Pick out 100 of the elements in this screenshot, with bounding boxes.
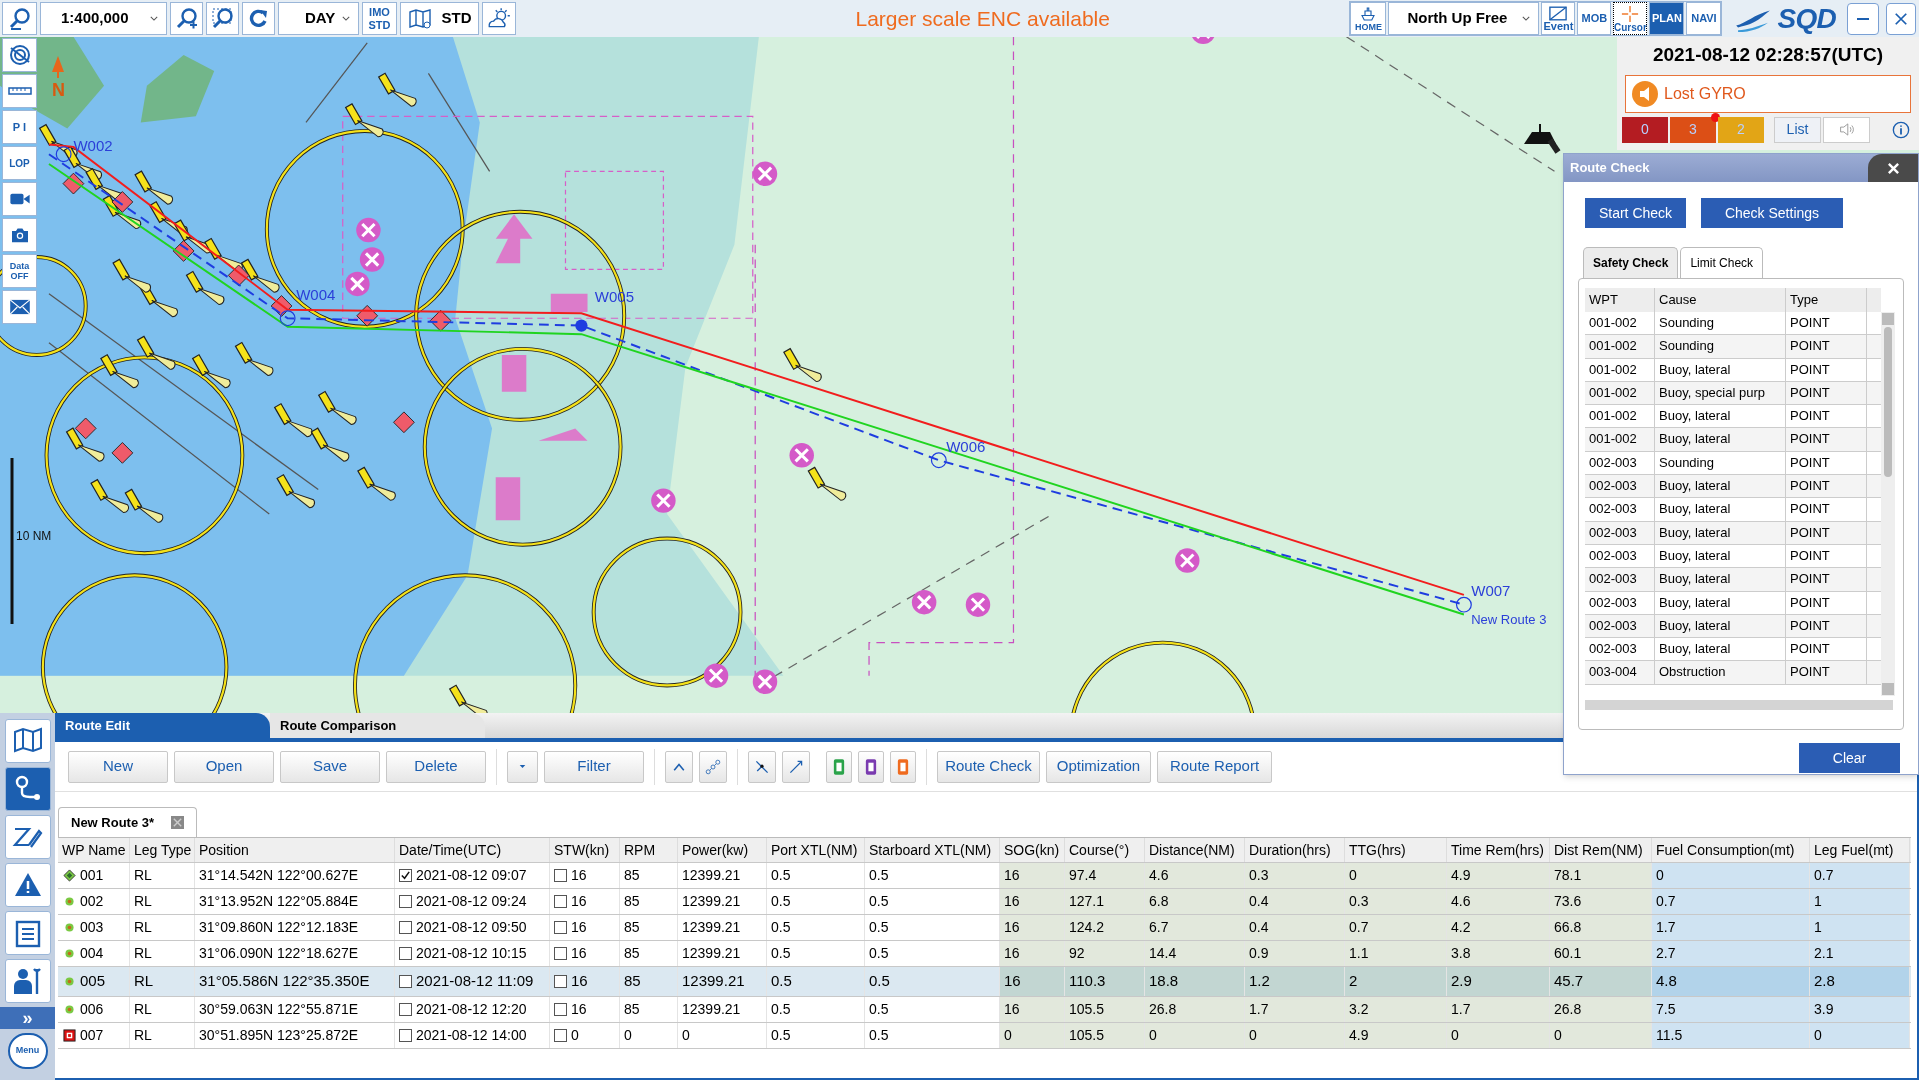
- checkbox[interactable]: [399, 975, 412, 988]
- target-button[interactable]: [2, 38, 37, 72]
- checkbox[interactable]: [554, 947, 567, 960]
- imo-standard-button[interactable]: IMO STD: [362, 2, 397, 35]
- checkbox[interactable]: [399, 1003, 412, 1016]
- route-file-button[interactable]: Delete: [386, 750, 486, 783]
- checkbox[interactable]: [399, 947, 412, 960]
- table-row[interactable]: 001 RL 31°14.542N 122°00.627E 2021-08-12 09:07 16 85 12399.21 0.5 0.5 16 97.4 4.6 0.3 0 4.9 78.1 0 0.7: [58, 862, 1911, 888]
- alarm-counter[interactable]: 0: [1622, 116, 1668, 143]
- module-button[interactable]: [4, 959, 51, 1003]
- message-button[interactable]: [2, 290, 37, 324]
- palette-dropdown[interactable]: DAY: [278, 2, 359, 35]
- checkbox[interactable]: [399, 1029, 412, 1042]
- buoy-icon: [234, 341, 274, 376]
- table-cell: 0.4: [1245, 915, 1345, 940]
- video-button[interactable]: [2, 182, 37, 216]
- table-cell: 002-003: [1585, 498, 1655, 521]
- check-button[interactable]: Check Settings: [1701, 198, 1843, 228]
- module-button[interactable]: [4, 863, 51, 907]
- beacon-icon: [270, 295, 293, 317]
- expand-button[interactable]: »: [0, 1007, 55, 1029]
- home-button[interactable]: HOME: [1350, 2, 1387, 35]
- alarm-list-button[interactable]: List: [1774, 116, 1821, 143]
- checkbox[interactable]: [554, 975, 567, 988]
- table-row[interactable]: 002 RL 31°13.952N 122°05.884E 2021-08-12 09:24 16 85 12399.21 0.5 0.5 16 127.1 6.8 0.4 0.3 4.6 73.6 0.7 1: [58, 888, 1911, 914]
- book-button[interactable]: [826, 750, 852, 783]
- filter-button[interactable]: Filter: [544, 750, 644, 783]
- table-row[interactable]: 005 RL 31°05.586N 122°35.350E 2021-08-12 11:09 16 85 12399.21 0.5 0.5 16 110.3 18.8 1.2 2 2.9 45.7 4.8 2.8: [58, 966, 1911, 996]
- pi-button[interactable]: P I: [2, 110, 37, 144]
- scrollbar[interactable]: [1881, 312, 1895, 696]
- ruler-icon: [7, 86, 32, 96]
- check-button[interactable]: Start Check: [1585, 198, 1686, 228]
- horizontal-scrollbar[interactable]: [1585, 700, 1893, 710]
- orientation-dropdown[interactable]: North Up Free: [1388, 2, 1540, 35]
- zoom-in-button[interactable]: [170, 2, 203, 35]
- check-tab[interactable]: Safety Check: [1583, 247, 1679, 278]
- module-button[interactable]: [4, 911, 51, 955]
- checkbox[interactable]: [554, 921, 567, 934]
- route-file-button[interactable]: New: [68, 750, 168, 783]
- buoy-icon: [124, 488, 164, 523]
- table-cell: 002-003: [1585, 591, 1655, 614]
- mob-button[interactable]: MOB: [1577, 2, 1612, 35]
- cursor-button[interactable]: Cursor: [1613, 2, 1648, 35]
- route-action-button[interactable]: Route Check: [937, 750, 1040, 783]
- ruler-button[interactable]: [2, 74, 37, 108]
- data-button[interactable]: Data OFF: [2, 254, 37, 288]
- checkbox[interactable]: [399, 921, 412, 934]
- checkbox[interactable]: [399, 895, 412, 908]
- close-icon: [1894, 11, 1908, 26]
- peak-button[interactable]: [665, 750, 693, 783]
- table-row[interactable]: 007 RL 30°51.895N 123°25.872E 2021-08-12 14:00 0 0 0 0.5 0.5 0 105.5 0 0 4.9 0 0 11.5 0: [58, 1022, 1911, 1048]
- module-button[interactable]: [4, 815, 51, 859]
- chart-display-button[interactable]: STD: [400, 2, 479, 35]
- waypoints-button[interactable]: [699, 750, 727, 783]
- scale-dropdown[interactable]: 1:400,000: [40, 2, 167, 35]
- zoom-area-button[interactable]: [206, 2, 239, 35]
- table-row[interactable]: 003 RL 31°09.860N 122°12.183E 2021-08-12 09:50 16 85 12399.21 0.5 0.5 16 124.2 6.7 0.4 0.7 4.2 66.8 1.7 1: [58, 914, 1911, 940]
- beacon-icon: [356, 305, 378, 327]
- table-row[interactable]: 006 RL 30°59.063N 122°55.871E 2021-08-12 12:20 16 85 12399.21 0.5 0.5 16 105.5 26.8 1.7 3.2 1.7 26.8 7.5 3.9: [58, 996, 1911, 1022]
- buoy-icon: [276, 473, 315, 509]
- clear-button[interactable]: Clear: [1799, 743, 1900, 773]
- table-row[interactable]: 004 RL 31°06.090N 122°18.627E 2021-08-12 10:15 16 85 12399.21 0.5 0.5 16 92 14.4 0.9 1.1 3.8 60.1 2.7 2.1: [58, 940, 1911, 966]
- checkbox[interactable]: [554, 1003, 567, 1016]
- close-button[interactable]: [1886, 2, 1916, 35]
- insert-button[interactable]: [748, 750, 776, 783]
- book-button[interactable]: [890, 750, 916, 783]
- table-cell: 0: [1810, 1023, 1910, 1048]
- route-action-button[interactable]: Route Report: [1157, 750, 1272, 783]
- minimize-button[interactable]: [1847, 2, 1879, 35]
- dialog-close-button[interactable]: [1868, 154, 1918, 182]
- mode-tab[interactable]: NAVI: [1686, 2, 1722, 35]
- menu-button[interactable]: Menu: [7, 1033, 48, 1069]
- event-button[interactable]: Event: [1541, 2, 1576, 35]
- rotate-button[interactable]: [242, 2, 275, 35]
- zoom-out-button[interactable]: [2, 2, 37, 35]
- checkbox[interactable]: [399, 869, 412, 882]
- table-cell: 002-003: [1585, 451, 1655, 475]
- mode-tab[interactable]: PLAN: [1649, 2, 1685, 35]
- snapshot-button[interactable]: [2, 218, 37, 252]
- checkbox[interactable]: [554, 895, 567, 908]
- table-cell: 124.2: [1065, 915, 1145, 940]
- panel-tab[interactable]: Route Edit: [55, 713, 270, 738]
- table-cell: 6.7: [1145, 915, 1245, 940]
- module-button[interactable]: [4, 719, 51, 763]
- checkbox[interactable]: [554, 869, 567, 882]
- route-tab[interactable]: New Route 3*: [58, 807, 197, 837]
- route-file-button[interactable]: Open: [174, 750, 274, 783]
- lop-button[interactable]: LOP: [2, 146, 37, 180]
- route-file-button[interactable]: Save: [280, 750, 380, 783]
- table-cell: 0.7: [1652, 889, 1810, 914]
- route-action-button[interactable]: Optimization: [1046, 750, 1151, 783]
- check-tab[interactable]: Limit Check: [1680, 247, 1764, 278]
- checkbox[interactable]: [554, 1029, 567, 1042]
- module-button[interactable]: [4, 767, 51, 811]
- hazard-icon: [651, 488, 676, 513]
- home-label: HOME: [1354, 23, 1382, 32]
- book-button[interactable]: [858, 750, 884, 783]
- panel-tab[interactable]: Route Comparison: [270, 713, 485, 738]
- weather-button[interactable]: [482, 2, 516, 35]
- table-cell: Buoy, lateral: [1655, 638, 1786, 661]
